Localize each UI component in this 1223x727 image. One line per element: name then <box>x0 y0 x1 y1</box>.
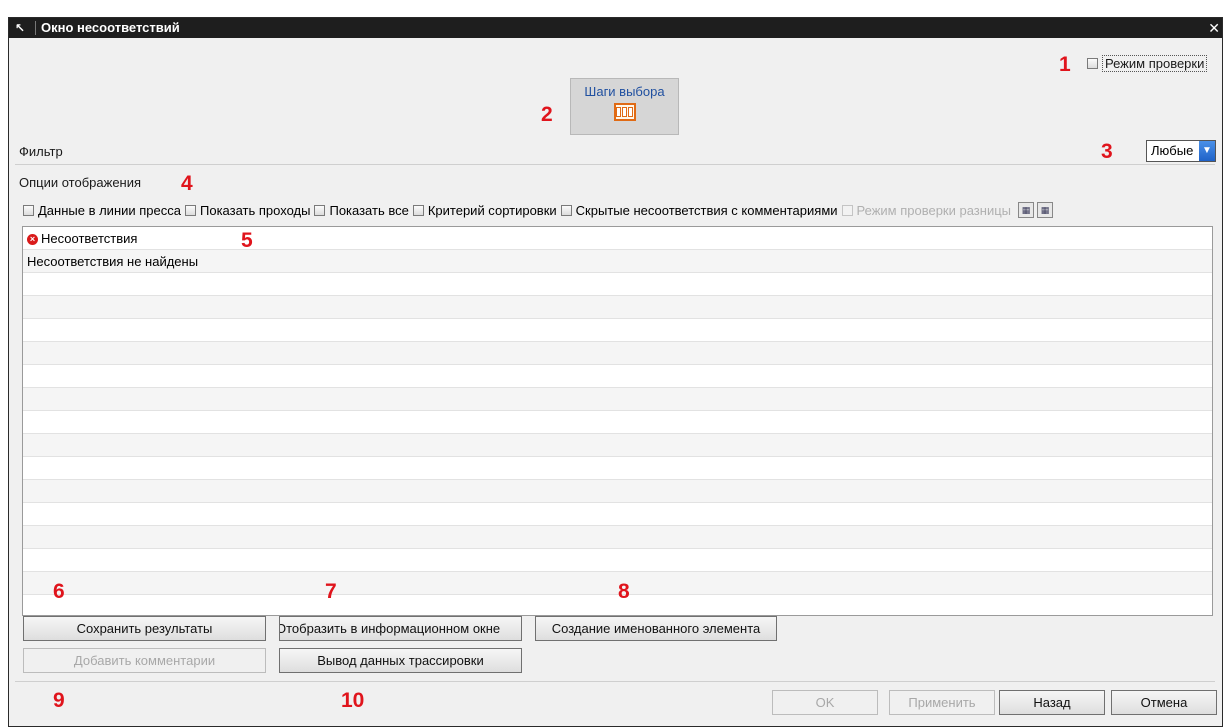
list-item <box>23 411 1212 434</box>
checkbox[interactable] <box>560 204 572 216</box>
option-diff-check-mode: Режим проверки разницы <box>841 202 1011 218</box>
option-label: Скрытые несоответствия с комментариями <box>575 202 838 218</box>
list-item <box>23 503 1212 526</box>
list-header-row[interactable]: × Несоответствия <box>23 227 1212 250</box>
option-sort-criterion[interactable]: Критерий сортировки <box>412 202 557 218</box>
annotation-6: 6 <box>53 580 65 603</box>
annotation-7: 7 <box>325 580 337 603</box>
checkbox[interactable] <box>412 204 424 216</box>
divider <box>15 164 1215 165</box>
list-item <box>23 365 1212 388</box>
annotation-9: 9 <box>53 689 65 712</box>
steps-icon <box>613 103 636 121</box>
annotation-1: 1 <box>1059 53 1071 76</box>
create-named-element-button[interactable]: Создание именованного элемента <box>535 616 777 641</box>
option-label: Критерий сортировки <box>427 202 557 218</box>
option-show-passes[interactable]: Показать проходы <box>185 203 310 218</box>
check-mode-checkbox[interactable]: Режим проверки <box>1087 55 1208 72</box>
selection-steps-label: Шаги выбора <box>584 84 665 99</box>
option-show-all[interactable]: Показать все <box>314 202 409 218</box>
list-item <box>23 457 1212 480</box>
list-item <box>23 434 1212 457</box>
cancel-button[interactable]: Отмена <box>1111 690 1217 715</box>
window-title: Окно несоответствий <box>41 20 180 35</box>
save-results-button[interactable]: Сохранить результаты <box>23 616 266 641</box>
list-item <box>23 342 1212 365</box>
checkbox[interactable] <box>23 204 34 216</box>
title-separator <box>35 21 36 35</box>
annotation-5: 5 <box>241 229 253 252</box>
list-item <box>23 388 1212 411</box>
option-hidden-with-comments[interactable]: Скрытые несоответствия с комментариями <box>560 202 838 218</box>
checkbox[interactable] <box>185 204 196 216</box>
list-message: Несоответствия не найдены <box>27 254 199 269</box>
filter-dropdown[interactable]: Любые ▼ <box>1146 140 1216 162</box>
divider <box>15 681 1215 682</box>
close-icon[interactable]: ✕ <box>1208 18 1220 38</box>
expand-all-icon[interactable]: ▦ <box>1018 202 1034 218</box>
back-button[interactable]: Назад <box>999 690 1105 715</box>
annotation-2: 2 <box>541 103 553 126</box>
collapse-all-icon[interactable]: ▦ <box>1037 202 1053 218</box>
display-options-title: Опции отображения <box>19 175 142 190</box>
checkbox[interactable] <box>314 204 326 216</box>
option-label: Данные в линии пресса <box>38 202 181 218</box>
add-comments-button: Добавить комментарии <box>23 648 266 673</box>
error-icon: × <box>27 234 38 246</box>
apply-button: Применить <box>889 690 995 715</box>
list-item <box>23 549 1212 572</box>
filter-dropdown-value: Любые <box>1151 143 1194 158</box>
annotation-10: 10 <box>341 689 365 712</box>
trace-output-button[interactable]: Вывод данных трассировки <box>279 648 522 673</box>
selection-steps-button[interactable]: Шаги выбора <box>570 78 679 135</box>
show-in-info-window-label: Отобразить в информационном окне <box>279 621 501 636</box>
list-item <box>23 480 1212 503</box>
check-mode-label: Режим проверки <box>1102 55 1208 72</box>
pin-icon[interactable]: ↖ <box>15 20 31 36</box>
list-item[interactable]: Несоответствия не найдены <box>23 250 1212 273</box>
option-press-line-data[interactable]: Данные в линии пресса <box>23 203 181 218</box>
chevron-down-icon[interactable]: ▼ <box>1199 141 1215 161</box>
checkbox <box>841 204 853 216</box>
filter-label: Фильтр <box>19 144 63 159</box>
option-label: Режим проверки разницы <box>856 202 1011 218</box>
display-options-row: Данные в линии пресса Показать проходы П… <box>23 201 1053 219</box>
ok-button: OK <box>772 690 878 715</box>
list-item <box>23 526 1212 549</box>
option-label: Показать все <box>329 202 409 218</box>
annotation-8: 8 <box>618 580 630 603</box>
option-label: Показать проходы <box>200 202 311 218</box>
annotation-4: 4 <box>181 172 193 195</box>
list-header-label: Несоответствия <box>41 231 138 246</box>
list-item <box>23 273 1212 296</box>
annotation-3: 3 <box>1101 140 1113 163</box>
show-in-info-window-button[interactable]: Отобразить в информационном окне <box>279 616 522 641</box>
list-item <box>23 296 1212 319</box>
title-bar: ↖ Окно несоответствий ✕ <box>9 18 1222 38</box>
list-item <box>23 319 1212 342</box>
nonconformance-window: ↖ Окно несоответствий ✕ Режим проверки Ш… <box>8 17 1223 727</box>
nonconformance-list[interactable]: × Несоответствия Несоответствия не найден… <box>22 226 1213 616</box>
check-mode-box[interactable] <box>1087 58 1098 69</box>
